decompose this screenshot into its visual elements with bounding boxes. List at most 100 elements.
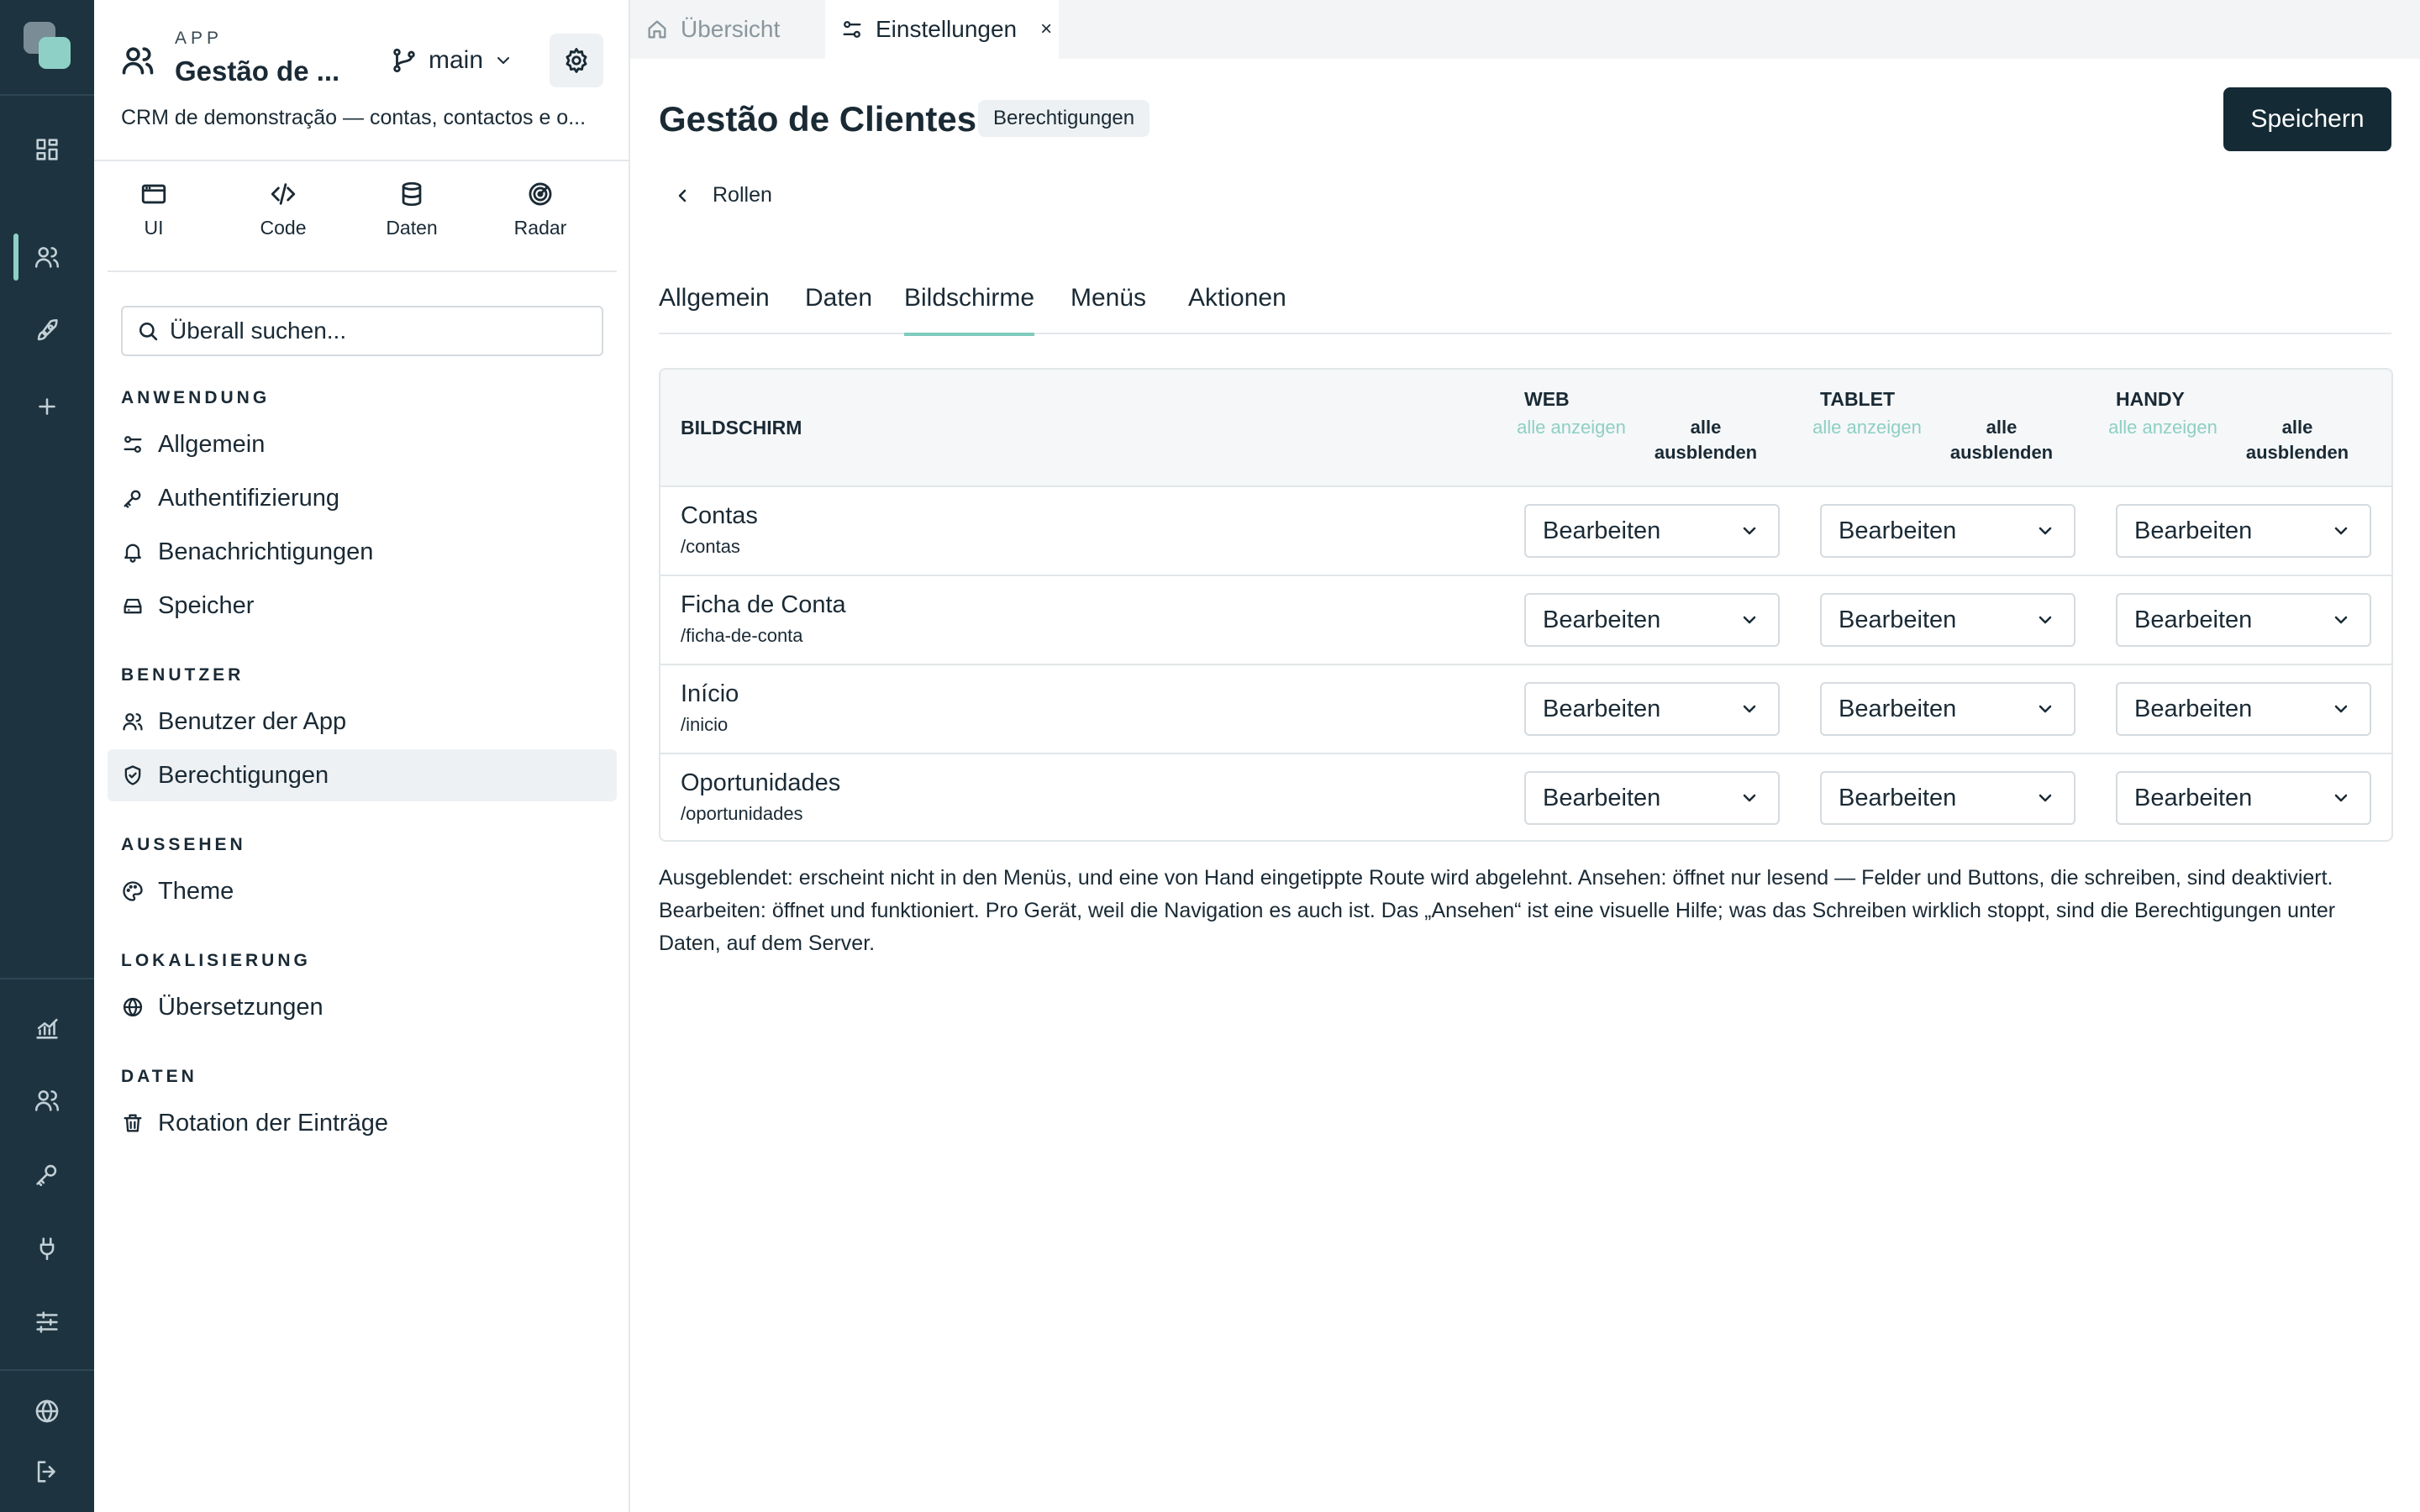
app-description: CRM de demonstração — contas, contactos … xyxy=(121,106,587,129)
handy-hide-all-link[interactable]: alle ausblenden xyxy=(2230,415,2365,465)
key-icon[interactable] xyxy=(24,1151,71,1198)
tab-bildschirme[interactable]: Bildschirme xyxy=(904,284,1035,336)
web-permission-select[interactable]: Bearbeiten xyxy=(1524,771,1780,825)
quick-link-code[interactable]: Code xyxy=(229,180,338,239)
screen-path: /ficha-de-conta xyxy=(681,625,803,646)
web-permission-select[interactable]: Bearbeiten xyxy=(1524,504,1780,558)
web-hide-all-link[interactable]: alle ausblenden xyxy=(1639,415,1773,465)
tab-menues[interactable]: Menüs xyxy=(1071,284,1146,333)
brand-logo[interactable] xyxy=(24,22,71,69)
sliders-icon[interactable] xyxy=(24,1299,71,1346)
chevron-down-icon xyxy=(2334,527,2348,535)
tab-aktionen[interactable]: Aktionen xyxy=(1188,284,1286,333)
branch-name: main xyxy=(429,46,484,74)
section-title-benutzer: BENUTZER xyxy=(121,665,245,685)
chevron-down-icon xyxy=(2039,794,2052,802)
rail-divider xyxy=(0,94,94,96)
globe-icon xyxy=(123,997,143,1017)
git-branch-icon xyxy=(393,48,415,73)
permissions-help-text: Ausgeblendet: erscheint nicht in den Men… xyxy=(659,866,2336,955)
column-header-handy: HANDY xyxy=(2116,388,2185,410)
nav-item-allgemein[interactable]: Allgemein xyxy=(108,418,617,470)
column-header-bildschirm: BILDSCHIRM xyxy=(681,417,802,438)
rocket-icon[interactable] xyxy=(24,307,71,354)
app-kicker: APP xyxy=(175,29,224,48)
tablet-show-all-link[interactable]: alle anzeigen xyxy=(1800,415,1934,440)
window-tab-einstellungen[interactable]: Einstellungen × xyxy=(825,0,1059,59)
nav-item-benachrichtigungen[interactable]: Benachrichtigungen xyxy=(108,526,617,578)
handy-permission-select[interactable]: Bearbeiten xyxy=(2116,504,2371,558)
screen-name: Contas xyxy=(681,502,758,529)
nav-item-berechtigungen[interactable]: Berechtigungen xyxy=(108,749,617,801)
table-row: Contas /contas Bearbeiten Bearbeiten Bea… xyxy=(660,487,2391,576)
screen-path: /oportunidades xyxy=(681,803,803,824)
app-settings-button[interactable] xyxy=(550,34,603,87)
nav-item-uebersetzungen[interactable]: Übersetzungen xyxy=(108,981,617,1033)
tablet-permission-select[interactable]: Bearbeiten xyxy=(1820,504,2075,558)
logout-icon[interactable] xyxy=(24,1448,71,1495)
storage-icon xyxy=(124,598,142,614)
quick-link-daten[interactable]: Daten xyxy=(357,180,466,239)
back-link-rollen[interactable]: Rollen xyxy=(672,183,772,207)
quick-link-radar[interactable]: Radar xyxy=(486,180,595,239)
rail-divider-footer xyxy=(0,1369,94,1371)
chevron-down-icon xyxy=(2039,527,2052,535)
web-permission-select[interactable]: Bearbeiten xyxy=(1524,593,1780,647)
chevron-down-icon xyxy=(1743,705,1756,713)
handy-permission-select[interactable]: Bearbeiten xyxy=(2116,593,2371,647)
analytics-icon[interactable] xyxy=(24,1005,71,1052)
tab-daten[interactable]: Daten xyxy=(805,284,872,333)
trash-icon xyxy=(124,1114,142,1132)
section-title-aussehen: AUSSEHEN xyxy=(121,835,246,854)
database-icon xyxy=(402,181,422,207)
screen-name: Oportunidades xyxy=(681,769,841,796)
chevron-left-icon xyxy=(678,189,687,202)
page-tabs: Allgemein Daten Bildschirme Menüs Aktion… xyxy=(659,269,2391,336)
globe-icon[interactable] xyxy=(24,1388,71,1435)
tablet-permission-select[interactable]: Bearbeiten xyxy=(1820,771,2075,825)
global-search[interactable] xyxy=(121,306,603,356)
tablet-permission-select[interactable]: Bearbeiten xyxy=(1820,682,2075,736)
screens-permissions-table: BILDSCHIRM WEB alle anzeigen alle ausble… xyxy=(659,368,2393,842)
nav-item-authentifizierung[interactable]: Authentifizierung xyxy=(108,472,617,524)
tablet-hide-all-link[interactable]: alle ausblenden xyxy=(1934,415,2069,465)
handy-permission-select[interactable]: Bearbeiten xyxy=(2116,682,2371,736)
page-title: Gestão de Clientes xyxy=(659,99,977,139)
bell-icon xyxy=(124,543,141,563)
palette-icon xyxy=(123,881,143,901)
web-show-all-link[interactable]: alle anzeigen xyxy=(1504,415,1639,440)
close-tab-icon[interactable]: × xyxy=(1040,18,1052,41)
nav-item-speicher[interactable]: Speicher xyxy=(108,580,617,632)
page-badge: Berechtigungen xyxy=(978,100,1150,137)
tab-allgemein[interactable]: Allgemein xyxy=(659,284,770,333)
search-input[interactable] xyxy=(170,318,573,344)
web-permission-select[interactable]: Bearbeiten xyxy=(1524,682,1780,736)
chevron-down-icon xyxy=(1743,616,1756,624)
tablet-permission-select[interactable]: Bearbeiten xyxy=(1820,593,2075,647)
team-icon[interactable] xyxy=(24,1077,71,1124)
key-icon xyxy=(124,490,141,508)
save-button[interactable]: Speichern xyxy=(2223,87,2391,151)
nav-item-theme[interactable]: Theme xyxy=(108,865,617,917)
section-title-lokalisierung: LOKALISIERUNG xyxy=(121,951,311,970)
handy-permission-select[interactable]: Bearbeiten xyxy=(2116,771,2371,825)
search-icon xyxy=(139,322,158,341)
icon-rail xyxy=(0,0,94,1512)
rail-divider-bottom xyxy=(0,978,94,979)
window-icon xyxy=(141,184,166,204)
table-row: Ficha de Conta /ficha-de-conta Bearbeite… xyxy=(660,576,2391,665)
quick-link-ui[interactable]: UI xyxy=(99,180,208,239)
plug-icon[interactable] xyxy=(24,1225,71,1272)
handy-show-all-link[interactable]: alle anzeigen xyxy=(2096,415,2230,440)
window-tab-uebersicht[interactable]: Übersicht xyxy=(630,0,825,59)
nav-item-rotation[interactable]: Rotation der Einträge xyxy=(108,1097,617,1149)
branch-selector[interactable]: main xyxy=(390,42,513,79)
settings-sidebar: APP Gestão de ... main CRM de demonstraç… xyxy=(94,0,630,1512)
nav-item-benutzer-der-app[interactable]: Benutzer der App xyxy=(108,696,617,748)
users-icon[interactable] xyxy=(24,234,71,281)
chevron-down-icon xyxy=(1743,527,1756,535)
dashboard-icon[interactable] xyxy=(24,126,71,173)
plus-icon[interactable] xyxy=(24,383,71,430)
table-row: Início /inicio Bearbeiten Bearbeiten Bea… xyxy=(660,665,2391,754)
gear-icon xyxy=(566,48,587,73)
